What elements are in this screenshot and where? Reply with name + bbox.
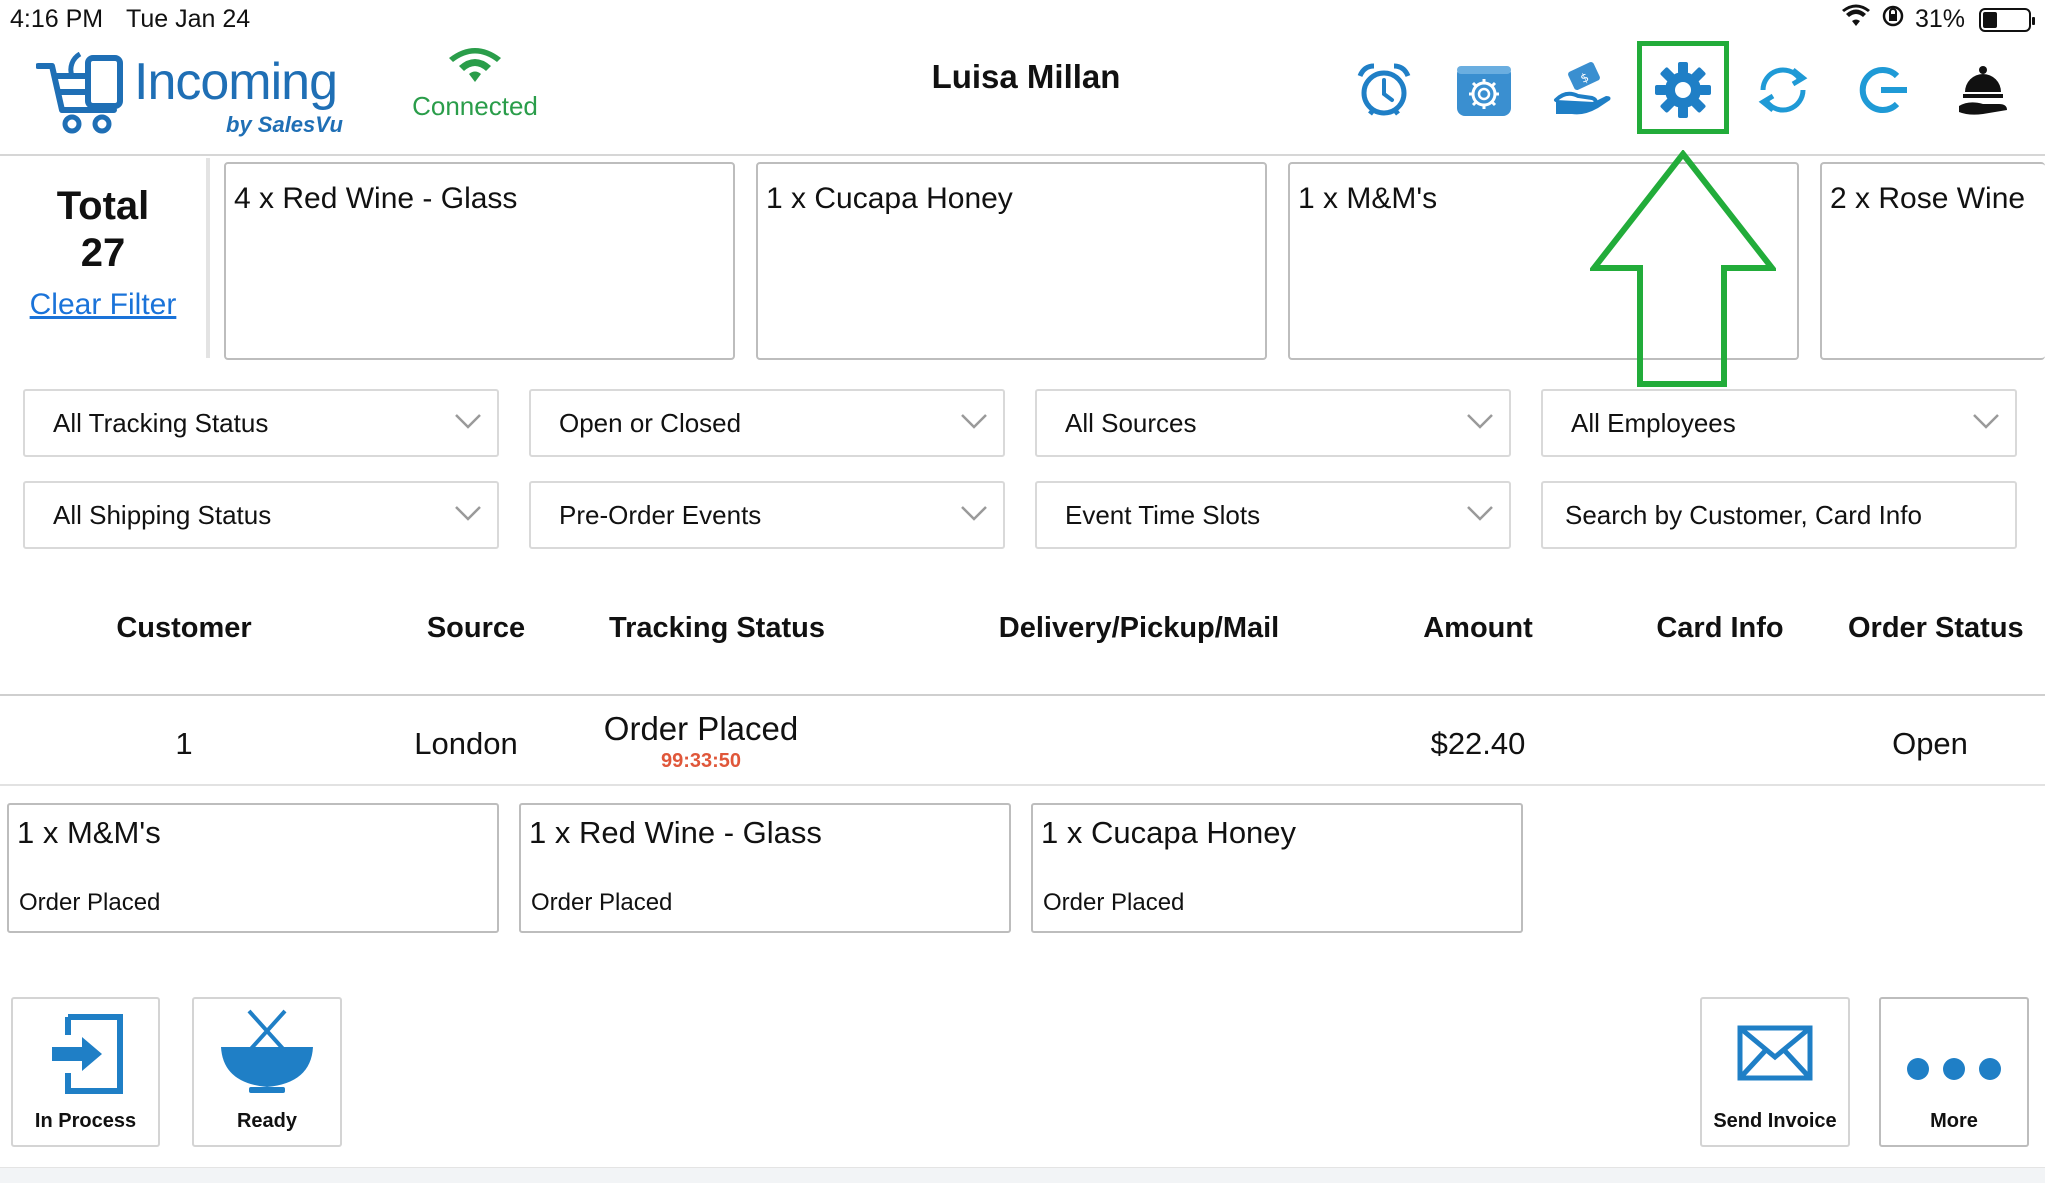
sources-select[interactable]: All Sources	[1035, 389, 1511, 457]
cell-amount: $22.40	[1430, 726, 1526, 761]
send-invoice-button[interactable]: Send Invoice	[1700, 997, 1850, 1147]
status-right: 31%	[1841, 4, 2035, 35]
product-total-label: 4 x Red Wine - Glass	[234, 182, 518, 215]
open-closed-select[interactable]: Open or Closed	[529, 389, 1005, 457]
tracking-status-select[interactable]: All Tracking Status	[23, 389, 499, 457]
hand-money-icon[interactable]: $	[1544, 50, 1624, 130]
more-button[interactable]: More	[1879, 997, 2029, 1147]
product-total-card[interactable]: 1 x Cucapa Honey	[756, 162, 1267, 360]
settings-highlight-box	[1637, 41, 1729, 134]
refresh-icon[interactable]	[1743, 50, 1823, 130]
alarm-clock-icon[interactable]	[1344, 50, 1424, 130]
wifi-connected-icon	[449, 48, 501, 82]
column-header-customer[interactable]: Customer	[84, 612, 284, 645]
in-process-label: In Process	[34, 1110, 137, 1132]
orientation-lock-icon	[1881, 4, 1905, 35]
tracking-status-value: All Tracking Status	[53, 407, 269, 438]
chevron-down-icon	[961, 414, 987, 429]
total-value: 27	[80, 231, 126, 275]
product-total-card[interactable]: 4 x Red Wine - Glass	[224, 162, 735, 360]
send-invoice-label: Send Invoice	[1713, 1110, 1837, 1132]
order-item-name: 1 x M&M's	[17, 815, 161, 850]
open-closed-value: Open or Closed	[559, 407, 742, 438]
ready-button[interactable]: Ready	[192, 997, 342, 1147]
app-name: Incoming	[134, 53, 338, 111]
order-item-card[interactable]: 1 x Red Wine - Glass Order Placed	[519, 803, 1011, 933]
search-placeholder: Search by Customer, Card Info	[1565, 499, 1922, 530]
product-total-label: 1 x Cucapa Honey	[766, 182, 1013, 215]
employees-select[interactable]: All Employees	[1541, 389, 2017, 457]
order-item-name: 1 x Red Wine - Glass	[529, 815, 822, 850]
chevron-down-icon	[1973, 414, 1999, 429]
column-header-source[interactable]: Source	[398, 612, 554, 645]
chevron-down-icon	[1467, 506, 1493, 521]
envelope-icon	[1702, 1025, 1848, 1081]
sources-value: All Sources	[1065, 407, 1197, 438]
battery-percent: 31%	[1914, 5, 1965, 33]
chevron-down-icon	[961, 506, 987, 521]
column-header-tracking-status[interactable]: Tracking Status	[590, 612, 844, 645]
cart-logo-icon	[36, 52, 123, 134]
pre-order-events-value: Pre-Order Events	[559, 499, 762, 530]
more-label: More	[1930, 1110, 1978, 1132]
enter-icon	[13, 1013, 158, 1095]
order-item-status: Order Placed	[1043, 889, 1185, 916]
app-logo: Incoming by SalesVu	[36, 48, 346, 148]
product-total-label: 2 x Rose Wine	[1830, 182, 2026, 215]
header: Incoming by SalesVu Connected Luisa Mill…	[0, 40, 2045, 156]
order-item-card[interactable]: 1 x Cucapa Honey Order Placed	[1031, 803, 1523, 933]
column-header-delivery[interactable]: Delivery/Pickup/Mail	[964, 612, 1314, 645]
total-label: Total	[56, 184, 150, 228]
order-item-status: Order Placed	[19, 889, 161, 916]
cell-source: London	[414, 726, 518, 761]
pre-order-events-select[interactable]: Pre-Order Events	[529, 481, 1005, 549]
in-process-button[interactable]: In Process	[11, 997, 160, 1147]
connection-label: Connected	[412, 91, 538, 121]
battery-icon	[1979, 7, 2035, 32]
product-total-card[interactable]: 2 x Rose Wine	[1820, 162, 2045, 360]
total-summary: Total 27 Clear Filter	[0, 158, 210, 358]
user-name: Luisa Millan	[931, 58, 1121, 95]
cell-tracking-status: Order Placed	[603, 710, 799, 747]
status-bar: 4:16 PM Tue Jan 24 31%	[0, 0, 2045, 40]
bottom-strip	[0, 1167, 2045, 1183]
logout-icon[interactable]	[1843, 50, 1923, 130]
annotation-arrow	[1590, 150, 1776, 387]
order-item-card[interactable]: 1 x M&M's Order Placed	[7, 803, 499, 933]
cell-timer: 99:33:50	[660, 750, 742, 772]
ready-label: Ready	[236, 1110, 298, 1132]
status-time: 4:16 PM	[10, 5, 104, 33]
search-input[interactable]: Search by Customer, Card Info	[1541, 481, 2017, 549]
column-header-card-info[interactable]: Card Info	[1630, 612, 1810, 645]
order-item-status: Order Placed	[531, 889, 673, 916]
shipping-status-value: All Shipping Status	[53, 499, 272, 530]
bowl-chopsticks-icon	[194, 1007, 340, 1097]
shipping-status-select[interactable]: All Shipping Status	[23, 481, 499, 549]
clear-filter-link[interactable]: Clear Filter	[30, 288, 177, 322]
more-dots-icon	[1881, 1057, 2027, 1081]
register-settings-icon[interactable]	[1444, 50, 1524, 130]
event-time-slots-value: Event Time Slots	[1065, 499, 1261, 530]
chevron-down-icon	[455, 414, 481, 429]
chevron-down-icon	[455, 506, 481, 521]
app-byline: by SalesVu	[226, 112, 343, 137]
event-time-slots-select[interactable]: Event Time Slots	[1035, 481, 1511, 549]
table-row[interactable]: 1 London Order Placed 99:33:50 $22.40 Op…	[0, 696, 2045, 786]
cell-customer: 1	[175, 726, 193, 761]
chevron-down-icon	[1467, 414, 1493, 429]
service-bell-icon[interactable]	[1943, 50, 2023, 130]
order-item-name: 1 x Cucapa Honey	[1041, 815, 1297, 850]
product-total-label: 1 x M&M's	[1298, 182, 1438, 215]
status-date: Tue Jan 24	[126, 5, 251, 33]
wifi-icon	[1841, 4, 1871, 35]
connection-status: Connected	[410, 48, 540, 122]
column-header-order-status[interactable]: Order Status	[1848, 612, 2045, 645]
column-header-amount[interactable]: Amount	[1400, 612, 1556, 645]
cell-order-status: Open	[1892, 726, 1968, 761]
employees-value: All Employees	[1571, 407, 1736, 438]
